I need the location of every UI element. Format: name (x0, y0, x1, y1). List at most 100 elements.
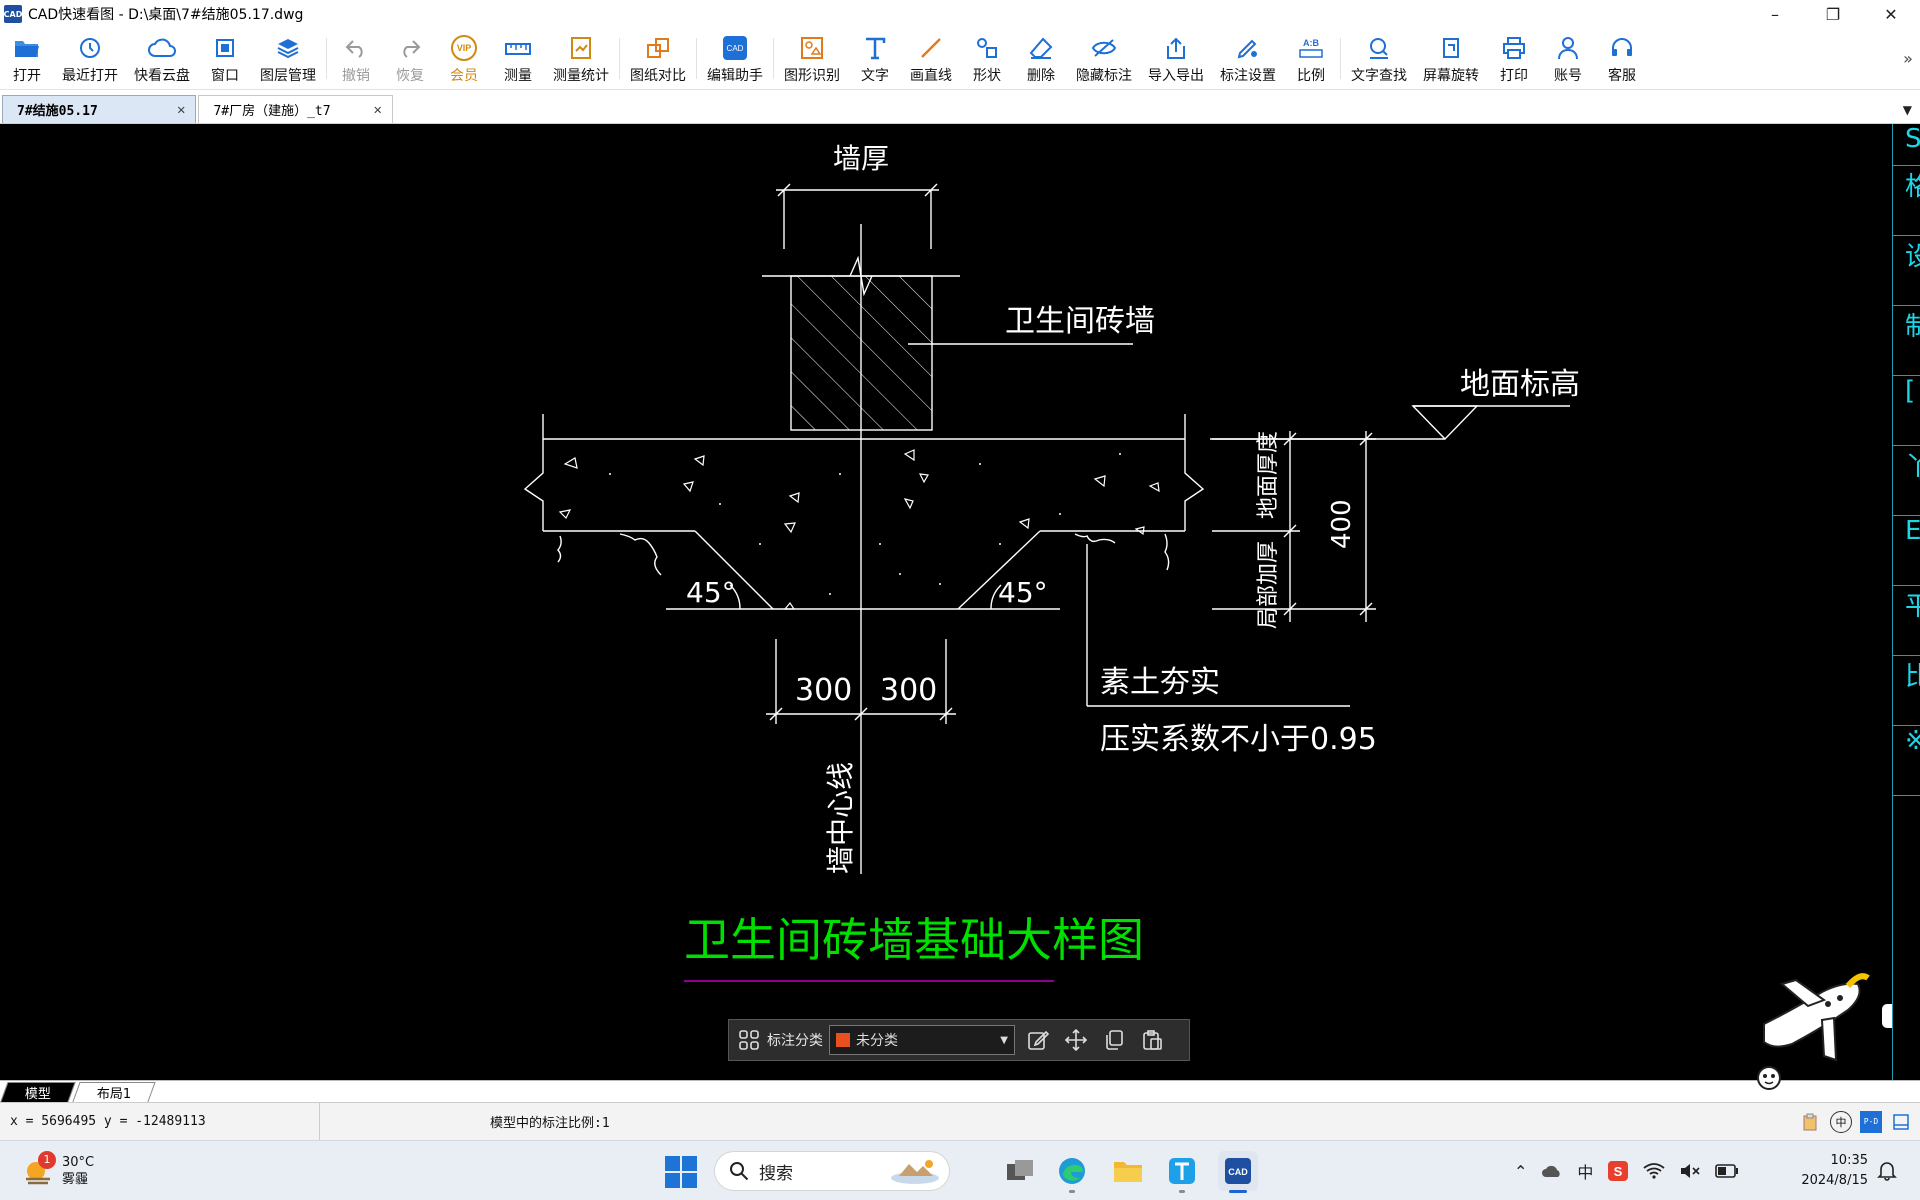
cloud-disk-button[interactable]: 快看云盘 (126, 28, 198, 89)
draw-line-button[interactable]: 画直线 (902, 28, 960, 89)
drawing-canvas[interactable]: 墙厚 卫生间砖墙 地面标高 地面厚度 局部加厚 400 45° 45° 300 … (0, 124, 1892, 1080)
toolbar-divider (773, 38, 774, 79)
hide-annotation-button[interactable]: 隐藏标注 (1068, 28, 1140, 89)
side-panel-cell[interactable]: 格C (1893, 166, 1920, 236)
tray-ime-indicator[interactable]: 中 (1577, 1159, 1593, 1183)
pid-icon[interactable]: P-D (1860, 1110, 1882, 1133)
measure-stats-button[interactable]: 测量统计 (545, 28, 617, 89)
right-side-panel[interactable]: S 格C 设D 制D [ 丫 E 平I 比S ※ (1892, 124, 1920, 1080)
restore-button[interactable]: ❐ (1804, 0, 1862, 28)
close-tab-icon[interactable]: ✕ (373, 102, 381, 118)
app-root: CAD CAD快速看图 - D:\桌面\7#结施05.17.dwg – ❐ ✕ … (0, 0, 1920, 1200)
file-explorer-icon[interactable] (1108, 1151, 1148, 1191)
minimize-button[interactable]: – (1746, 0, 1804, 28)
battery-icon[interactable] (1715, 1164, 1739, 1178)
sogou-input-icon[interactable]: S (1607, 1160, 1629, 1182)
system-clock[interactable]: 10:35 2024/8/15 (1786, 1151, 1868, 1191)
side-panel-cell[interactable]: 丫 (1893, 446, 1920, 516)
window-controls: – ❐ ✕ (1746, 0, 1920, 28)
vip-button[interactable]: VIP 会员 (437, 28, 491, 89)
account-button[interactable]: 账号 (1541, 28, 1595, 89)
window-button[interactable]: 窗口 (198, 28, 252, 89)
running-indicator (1179, 1190, 1185, 1193)
cad-viewer-taskbar-icon[interactable]: CAD (1218, 1151, 1258, 1193)
close-button[interactable]: ✕ (1862, 0, 1920, 28)
edge-browser-icon[interactable] (1052, 1151, 1092, 1193)
edit-annotation-icon[interactable] (1023, 1025, 1053, 1055)
search-highlight-icon (891, 1160, 939, 1184)
layout-tab-bar: 模型 布局1 (0, 1066, 1920, 1102)
document-tab-label: 7#厂房（建施）_t7 (213, 104, 331, 119)
side-panel-cell[interactable]: S (1893, 124, 1920, 166)
weather-widget[interactable]: 1 30°C 雾霾 (22, 1150, 94, 1188)
floating-widget-handle[interactable] (1882, 1004, 1892, 1028)
wifi-icon[interactable] (1643, 1162, 1665, 1180)
annotation-toolbar: 标注分类 未分类 ▼ (728, 1019, 1190, 1061)
print-button[interactable]: 打印 (1487, 28, 1541, 89)
drawing-compare-button[interactable]: 图纸对比 (622, 28, 694, 89)
customer-service-button[interactable]: 客服 (1595, 28, 1649, 89)
headset-icon (1607, 33, 1637, 63)
side-panel-cell[interactable]: ※ (1893, 726, 1920, 796)
toolbar-overflow-icon[interactable]: » (1896, 28, 1920, 89)
airplane-mascot-icon[interactable] (1752, 962, 1878, 1070)
windows-start-icon[interactable] (664, 1155, 698, 1189)
side-panel-cell[interactable]: E (1893, 516, 1920, 586)
side-panel-cell[interactable]: 设D (1893, 236, 1920, 306)
rotate-screen-button[interactable]: 屏幕旋转 (1415, 28, 1487, 89)
document-tab[interactable]: 7#厂房（建施）_t7 ✕ (198, 95, 393, 123)
side-panel-cell[interactable]: 比S (1893, 656, 1920, 726)
rotate-screen-icon (1436, 33, 1466, 63)
window-icon (210, 33, 240, 63)
mascot-icon[interactable] (1756, 1065, 1782, 1091)
document-tab-bar: 7#结施05.17 ✕ 7#厂房（建施）_t7 ✕ ▼ (0, 90, 1920, 124)
open-button[interactable]: 打开 (0, 28, 54, 89)
shape-button[interactable]: 形状 (960, 28, 1014, 89)
recent-open-button[interactable]: 最近打开 (54, 28, 126, 89)
taskbar-search-box[interactable]: 搜索 (714, 1151, 950, 1191)
drawing-compare-label: 图纸对比 (630, 67, 686, 84)
import-export-button[interactable]: 导入导出 (1140, 28, 1212, 89)
printer-icon (1499, 33, 1529, 63)
delete-button[interactable]: 删除 (1014, 28, 1068, 89)
ime-indicator[interactable]: 中 (1830, 1110, 1852, 1133)
undo-button[interactable]: 撤销 (329, 28, 383, 89)
measure-button[interactable]: 测量 (491, 28, 545, 89)
task-view-icon[interactable] (1000, 1151, 1040, 1191)
angle-right-label: 45° (998, 576, 1048, 609)
layout-tab-layout1[interactable]: 布局1 (72, 1082, 156, 1102)
svg-text:S: S (1614, 1164, 1623, 1179)
move-icon[interactable] (1061, 1025, 1091, 1055)
annotation-settings-button[interactable]: 标注设置 (1212, 28, 1284, 89)
edit-assistant-button[interactable]: CAD 编辑助手 (699, 28, 771, 89)
side-panel-cell[interactable]: 平I (1893, 586, 1920, 656)
notification-bell-icon[interactable] (1876, 1159, 1898, 1181)
chevron-up-icon[interactable]: ⌃ (1514, 1162, 1527, 1181)
document-tab[interactable]: 7#结施05.17 ✕ (2, 95, 197, 123)
cad-drawing: 墙厚 卫生间砖墙 地面标高 地面厚度 局部加厚 400 45° 45° 300 … (523, 142, 1580, 982)
layer-manager-button[interactable]: 图层管理 (252, 28, 324, 89)
text-button[interactable]: 文字 (848, 28, 902, 89)
close-tab-icon[interactable]: ✕ (177, 102, 185, 118)
layout-tab-model[interactable]: 模型 (0, 1082, 76, 1102)
clipboard-icon[interactable] (1800, 1111, 1822, 1133)
compare-icon (643, 33, 673, 63)
eye-hide-icon (1089, 33, 1119, 63)
redo-button[interactable]: 恢复 (383, 28, 437, 89)
onedrive-cloud-icon[interactable] (1541, 1163, 1563, 1179)
text-app-icon[interactable] (1162, 1151, 1202, 1193)
tab-list-dropdown-icon[interactable]: ▼ (1903, 103, 1912, 117)
shape-recognize-button[interactable]: 图形识别 (776, 28, 848, 89)
copy-icon[interactable] (1099, 1025, 1129, 1055)
text-search-button[interactable]: 文字查找 (1343, 28, 1415, 89)
side-panel-cell[interactable]: [ (1893, 376, 1920, 446)
app-logo-icon: CAD (4, 5, 22, 23)
annotation-category-select[interactable]: 未分类 ▼ (829, 1025, 1015, 1055)
status-bar: x = 5696495 y = -12489113 模型中的标注比例:1 中 P… (0, 1102, 1920, 1140)
grid-icon[interactable] (735, 1026, 763, 1054)
side-panel-cell[interactable]: 制D (1893, 306, 1920, 376)
panel-toggle-icon[interactable] (1890, 1111, 1912, 1133)
scale-button[interactable]: A:B 比例 (1284, 28, 1338, 89)
paste-icon[interactable] (1137, 1025, 1167, 1055)
volume-muted-icon[interactable] (1679, 1162, 1701, 1180)
